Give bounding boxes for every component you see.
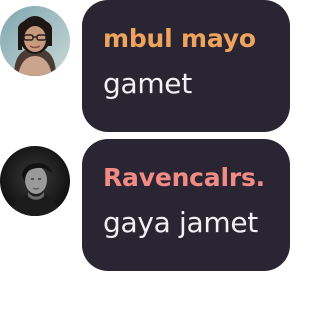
avatar[interactable] bbox=[0, 146, 70, 216]
message-text: gamet bbox=[103, 67, 192, 100]
message-bubble[interactable]: mbul mayo gamet bbox=[82, 0, 290, 132]
chat-message: Ravencalrs. gaya jamet bbox=[0, 139, 294, 271]
message-author[interactable]: mbul mayo bbox=[103, 22, 290, 56]
avatar-photo-icon bbox=[0, 6, 70, 76]
chat-thread: mbul mayo gamet Ravencalrs. gaya jamet bbox=[0, 0, 294, 320]
message-bubble[interactable]: Ravencalrs. gaya jamet bbox=[82, 139, 290, 271]
avatar[interactable] bbox=[0, 6, 70, 76]
chat-message: mbul mayo gamet bbox=[0, 0, 294, 132]
avatar-photo-icon bbox=[0, 146, 70, 216]
message-author[interactable]: Ravencalrs. bbox=[103, 161, 290, 195]
message-text: gaya jamet bbox=[103, 206, 258, 239]
